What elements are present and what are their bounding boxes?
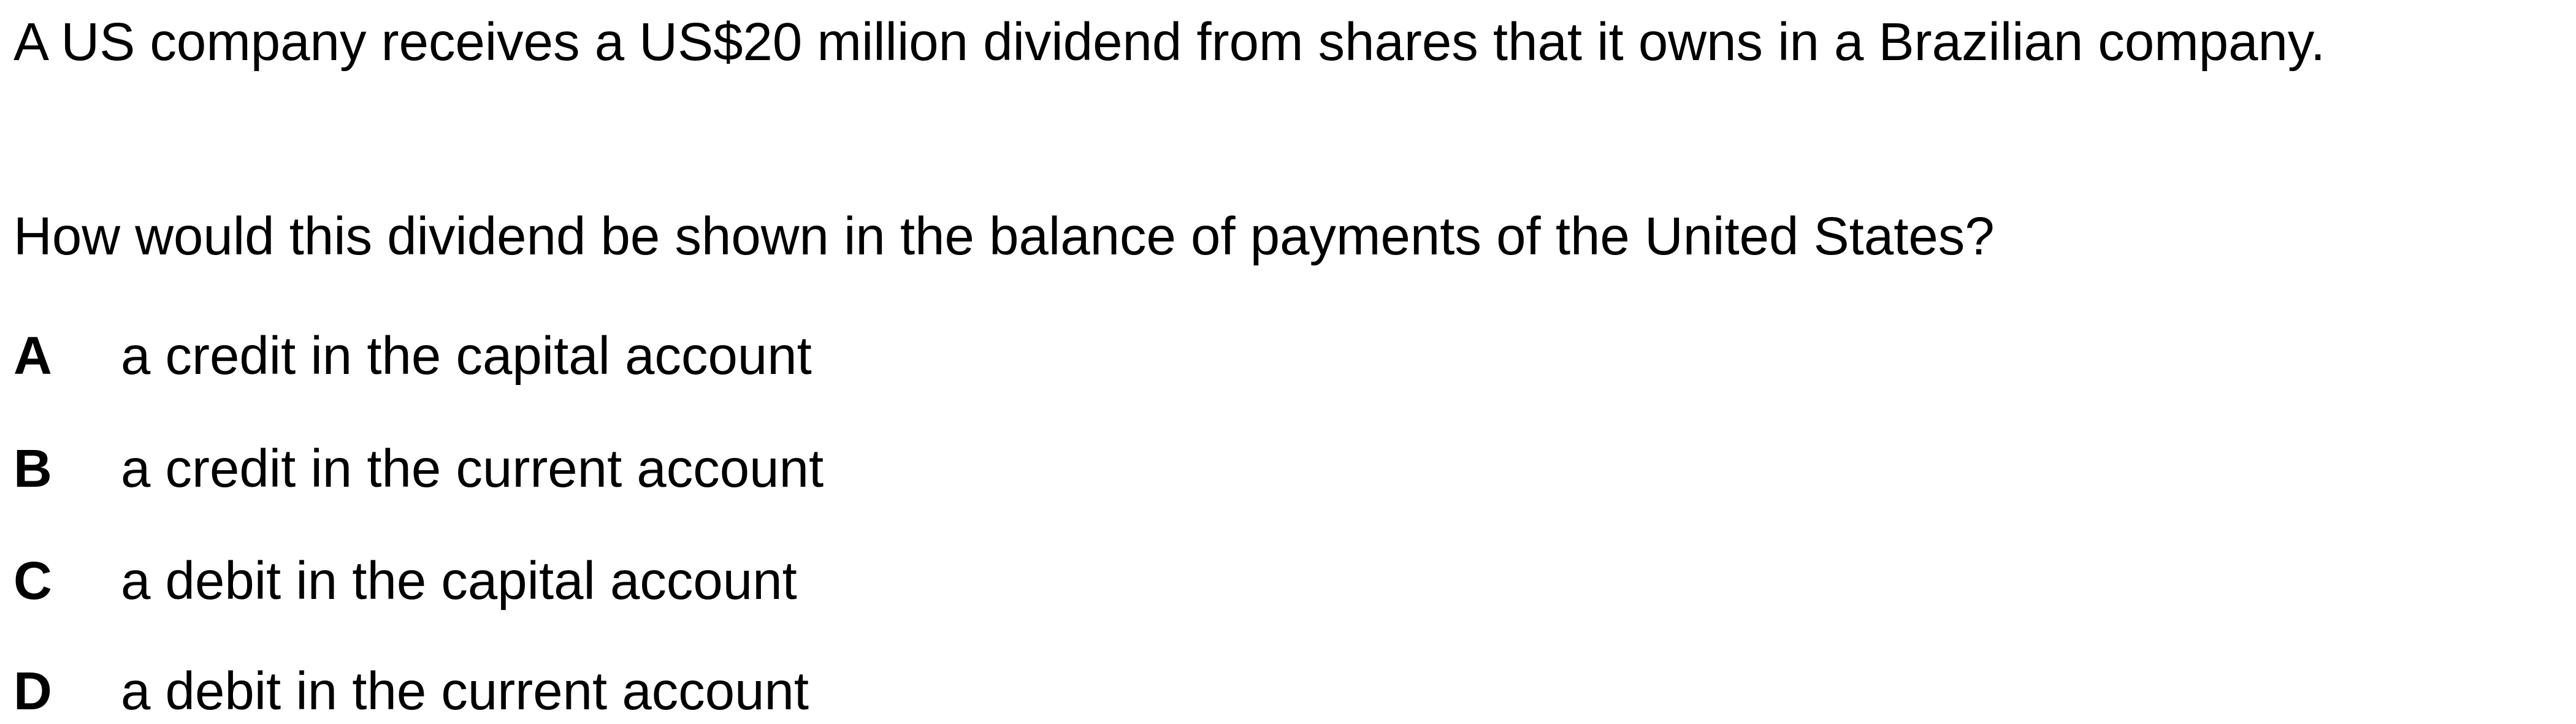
question-prompt: How would this dividend be shown in the …: [13, 207, 1995, 266]
question-stem: A US company receives a US$20 million di…: [13, 12, 2326, 72]
option-text: a credit in the capital account: [121, 326, 812, 386]
option-text: a debit in the capital account: [121, 551, 797, 611]
option-text: a credit in the current account: [121, 439, 824, 498]
question-page: A US company receives a US$20 million di…: [0, 0, 2576, 724]
option-text: a debit in the current account: [121, 661, 809, 721]
option-letter: D: [13, 661, 52, 721]
option-letter: B: [13, 439, 52, 498]
option-letter: C: [13, 551, 52, 611]
option-letter: A: [13, 326, 52, 386]
